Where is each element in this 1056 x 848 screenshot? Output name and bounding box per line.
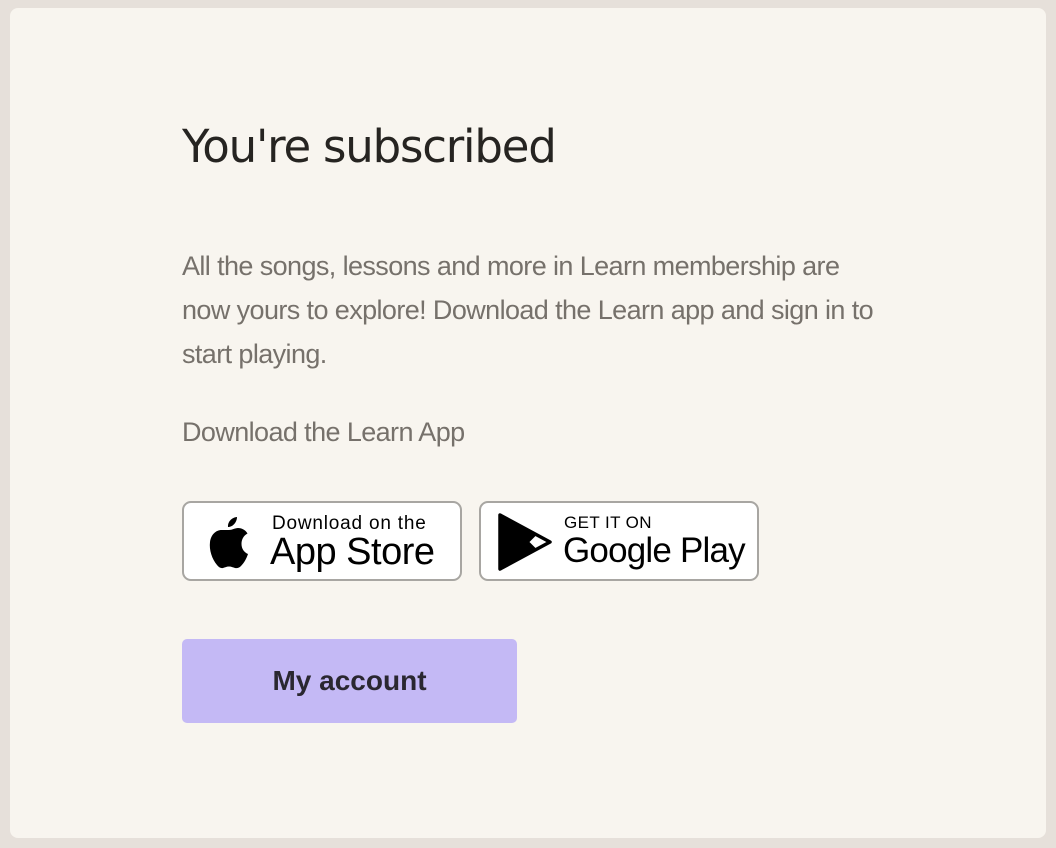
- apple-icon: [206, 513, 252, 574]
- download-heading: Download the Learn App: [182, 417, 465, 447]
- app-store-button[interactable]: Download on the App Store: [182, 501, 462, 581]
- google-play-button[interactable]: GET IT ON Google Play: [479, 501, 759, 581]
- google-play-icon: [497, 513, 553, 576]
- google-play-big-text: Google Play: [563, 531, 746, 570]
- my-account-button[interactable]: My account: [182, 639, 517, 723]
- google-play-small-text: GET IT ON: [564, 513, 652, 532]
- app-store-big-text: App Store: [270, 531, 435, 573]
- page-title: You're subscribed: [182, 120, 557, 173]
- subscription-description: All the songs, lessons and more in Learn…: [182, 251, 874, 369]
- subscription-card: You're subscribed All the songs, lessons…: [10, 8, 1046, 838]
